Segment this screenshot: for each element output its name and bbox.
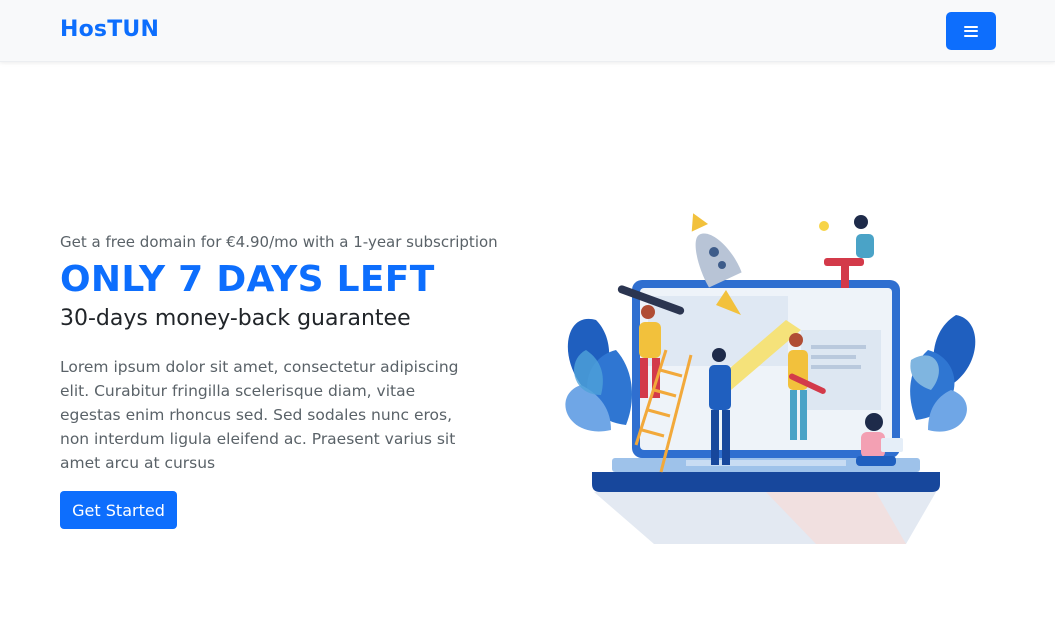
hero-eyebrow: Get a free domain for €4.90/mo with a 1-… [60, 233, 498, 251]
brand-logo[interactable]: HosTUN [60, 17, 159, 42]
hero-illustration [556, 210, 986, 550]
navbar: HosTUN [0, 0, 1055, 62]
hero-subhead: 30-days money-back guarantee [60, 306, 411, 331]
hero-body: Lorem ipsum dolor sit amet, consectetur … [60, 358, 459, 472]
get-started-button[interactable]: Get Started [60, 491, 177, 529]
hero-headline: ONLY 7 DAYS LEFT [60, 259, 435, 300]
hero-text: Get a free domain for €4.90/mo with a 1-… [60, 230, 500, 475]
menu-toggle-button[interactable] [946, 12, 996, 50]
hamburger-menu-icon [964, 25, 978, 37]
